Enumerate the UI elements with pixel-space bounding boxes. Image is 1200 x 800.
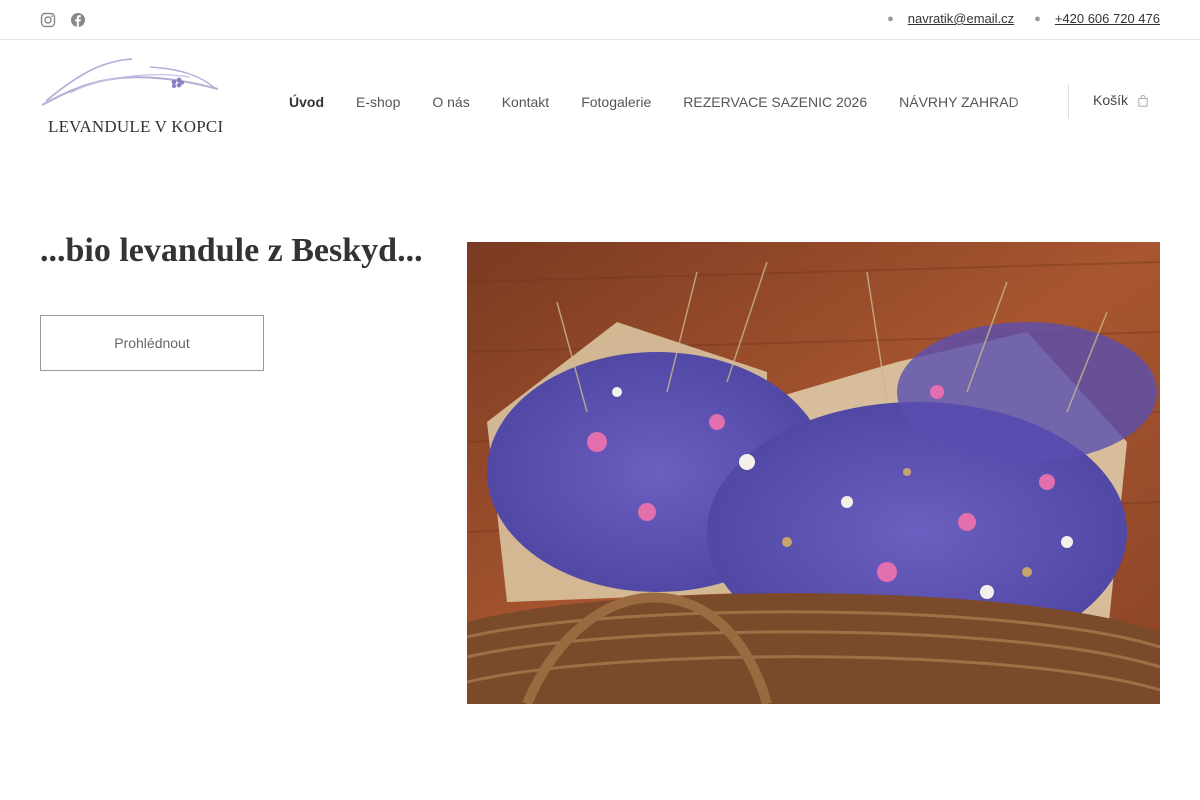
nav-overflow-fade [1009,92,1049,112]
phone-icon: ● [1034,12,1041,25]
nav-item-o-nas[interactable]: O nás [432,94,469,110]
cart-button[interactable]: Košík [1093,92,1148,108]
nav-divider [1068,84,1069,118]
cart-label: Košík [1093,92,1129,108]
brand-name: LEVANDULE V KOPCI [48,117,224,136]
nav-item-navrhy-zahrad[interactable]: NÁVRHY ZAHRAD [899,94,1019,110]
shopping-bag-icon [1138,94,1148,107]
hero-image-lavender-bouquets [467,242,1160,704]
email-link[interactable]: navratik@email.cz [908,11,1014,26]
nav-item-rezervace[interactable]: REZERVACE SAZENIC 2026 [683,94,867,110]
nav-item-eshop[interactable]: E-shop [356,94,400,110]
lavender-sprig-icon [41,58,219,106]
nav-item-uvod[interactable]: Úvod [289,94,324,110]
top-bar: ● navratik@email.cz ● +420 606 720 476 [0,0,1200,40]
main-nav: Úvod E-shop O nás Kontakt Fotogalerie RE… [289,92,1049,112]
social-links [40,12,86,28]
nav-item-fotogalerie[interactable]: Fotogalerie [581,94,651,110]
contact-info: ● navratik@email.cz ● +420 606 720 476 [887,11,1160,26]
hero-title: ...bio levandule z Beskyd... [40,232,423,269]
nav-item-kontakt[interactable]: Kontakt [502,94,549,110]
instagram-icon[interactable] [40,12,56,28]
browse-button[interactable]: Prohlédnout [40,315,264,371]
phone-link[interactable]: +420 606 720 476 [1055,11,1160,26]
email-icon: ● [887,12,894,25]
site-logo[interactable]: LEVANDULE V KOPCI [40,55,230,140]
facebook-icon[interactable] [70,12,86,28]
